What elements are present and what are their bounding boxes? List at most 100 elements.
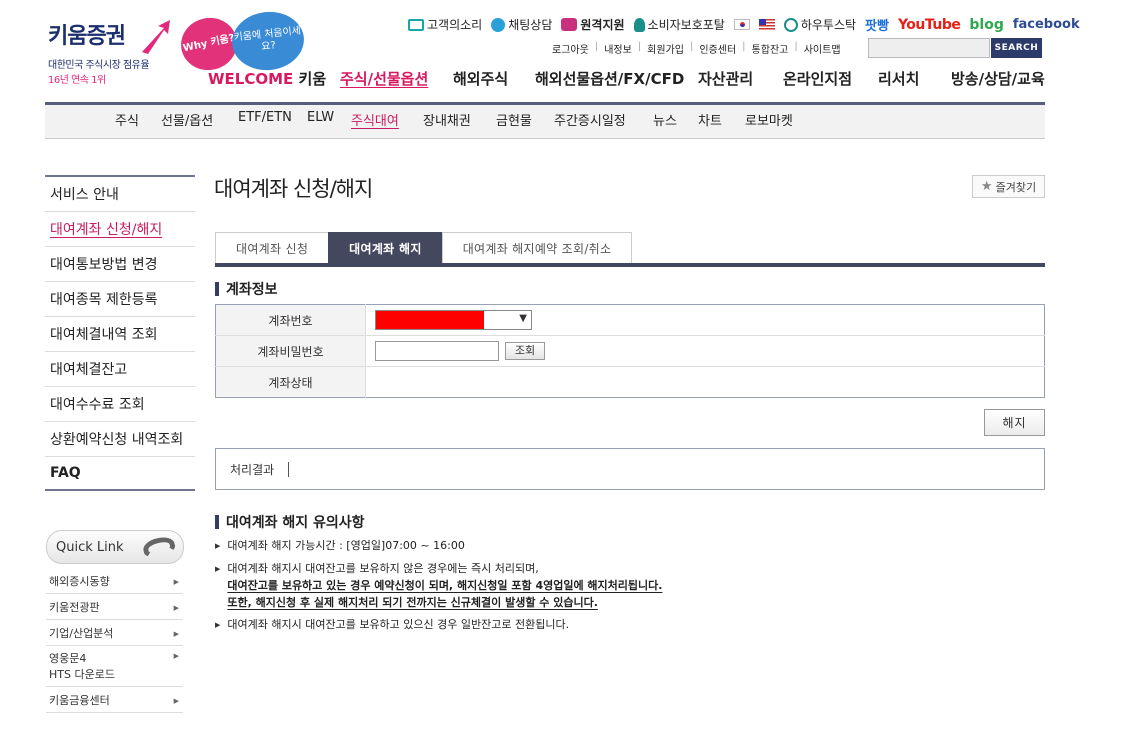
logout-link[interactable]: 로그아웃 [552, 41, 589, 56]
person-icon [633, 17, 645, 32]
arrow-right-icon: ▶ [173, 629, 179, 638]
sidebar-item-repay-reservation[interactable]: 상환예약신청 내역조회 [45, 422, 195, 457]
subnav-gold[interactable]: 금현물 [496, 110, 554, 130]
divider [288, 461, 290, 477]
sitemap-link[interactable]: 사이트맵 [804, 41, 841, 56]
nav-stock-futures[interactable]: 주식/선물옵션 [340, 68, 453, 92]
tab-account-apply[interactable]: 대여계좌 신청 [215, 232, 330, 263]
chevron-down-icon: ▼ [519, 313, 527, 324]
us-flag-icon[interactable] [758, 19, 775, 30]
password-input[interactable] [375, 341, 499, 361]
subnav-chart[interactable]: 차트 [698, 110, 745, 130]
quick-link-button[interactable]: Quick Link [46, 530, 184, 564]
table-row: 계좌번호 ▼ [215, 304, 1045, 336]
nav-welcome[interactable]: WELCOME 키움 [208, 68, 340, 92]
label-account-status: 계좌상태 [215, 366, 366, 398]
logo-award: 16년 연속 1위 [48, 75, 106, 86]
facebook-link[interactable]: facebook [1013, 17, 1080, 32]
nav-online-branch[interactable]: 온라인지점 [783, 68, 878, 92]
subnav-news[interactable]: 뉴스 [653, 110, 698, 130]
label-account-no: 계좌번호 [215, 304, 366, 336]
tab-underline [215, 263, 1045, 267]
phone-icon [141, 534, 177, 560]
monitor-icon [561, 18, 578, 31]
nav-overseas-stock[interactable]: 해외주식 [453, 68, 535, 92]
first-visit-bubble[interactable]: 키움에 처음이세요? [229, 8, 307, 74]
subnav-robo-market[interactable]: 로보마켓 [745, 110, 793, 130]
table-row: 계좌비밀번호 조회 [215, 335, 1045, 367]
list-item: ▶ 대여계좌 해지시 대여잔고를 보유하지 않은 경우에는 즉시 처리되며, 대… [215, 562, 663, 609]
chat-icon [491, 17, 506, 32]
quick-item-finance-center[interactable]: 키움금융센터 ▶ [46, 687, 183, 713]
chat-consult-link[interactable]: 채팅상담 [491, 16, 552, 33]
subnav-futures[interactable]: 선물/옵션 [161, 110, 238, 130]
nav-broadcast[interactable]: 방송/상담/교육 [951, 68, 1045, 92]
subnav-etf[interactable]: ETF/ETN [238, 110, 307, 130]
total-balance-link[interactable]: 통합잔고 [752, 41, 789, 56]
remote-support-link[interactable]: 원격지원 [561, 16, 625, 33]
nav-overseas-futures[interactable]: 해외선물옵션/FX/CFD [535, 68, 698, 92]
sidebar-item-account-apply[interactable]: 대여계좌 신청/해지 [45, 212, 195, 247]
cert-center-link[interactable]: 인증센터 [699, 41, 736, 56]
bullet-icon: ▶ [215, 565, 221, 573]
separator: | [794, 41, 798, 52]
section-notes: 대여계좌 해지 유의사항 [215, 512, 365, 532]
korean-flag-icon[interactable] [733, 19, 750, 30]
blog-link[interactable]: blog [969, 17, 1003, 33]
tab-bar: 대여계좌 신청 대여계좌 해지 대여계좌 해지예약 조회/취소 [215, 232, 633, 263]
separator: | [742, 41, 746, 52]
paddang-link[interactable]: 팟빵 [865, 15, 889, 34]
speaker-icon [408, 18, 424, 31]
quick-item-company-analysis[interactable]: 기업/산업분석 ▶ [46, 620, 183, 646]
signup-link[interactable]: 회원가입 [647, 41, 684, 56]
subnav-bonds[interactable]: 장내채권 [423, 110, 496, 130]
search-input[interactable] [868, 38, 990, 58]
youtube-link[interactable]: YouTube [898, 17, 961, 33]
sidebar-item-fee[interactable]: 대여수수료 조회 [45, 387, 195, 422]
logo-subtitle: 대한민국 주식시장 점유율 [48, 60, 150, 71]
account-select[interactable]: ▼ [375, 310, 532, 330]
sidebar-item-execution-balance[interactable]: 대여체결잔고 [45, 352, 195, 387]
subnav-elw[interactable]: ELW [307, 110, 351, 130]
result-box: 처리결과 [215, 448, 1045, 490]
sidebar-item-restriction[interactable]: 대여종목 제한등록 [45, 282, 195, 317]
top-links: 고객의소리 채팅상담 원격지원 소비자보호포탈 하우투스탁 팟빵 YouTube… [408, 15, 1080, 34]
arrow-right-icon: ▶ [173, 652, 179, 660]
subnav-stock-lending[interactable]: 주식대여 [351, 110, 423, 130]
quick-link-list: 해외증시동향 ▶ 키움전광판 ▶ 기업/산업분석 ▶ 영웅문4 HTS 다운로드 ▶ 키움… [46, 568, 183, 713]
quick-item-kiwoom-board[interactable]: 키움전광판 ▶ [46, 594, 183, 620]
subnav-stock[interactable]: 주식 [115, 110, 161, 130]
consumer-protection-link[interactable]: 소비자보호포탈 [633, 16, 725, 33]
notes-list: ▶ 대여계좌 해지 가능시간 : [영업일]07:00 ~ 16:00 ▶ 대여… [215, 537, 662, 639]
tab-account-cancel[interactable]: 대여계좌 해지 [328, 232, 443, 263]
my-info-link[interactable]: 내정보 [604, 41, 632, 56]
separator: | [637, 41, 642, 52]
query-button[interactable]: 조회 [504, 342, 546, 360]
bullet-icon: ▶ [215, 542, 221, 550]
sidebar-item-notify-method[interactable]: 대여통보방법 변경 [45, 247, 195, 282]
quick-item-hts-download[interactable]: 영웅문4 HTS 다운로드 ▶ [46, 646, 183, 687]
account-info-table: 계좌번호 ▼ 계좌비밀번호 조회 계좌상태 [215, 304, 1045, 398]
search-button[interactable]: SEARCH [991, 38, 1042, 58]
info-icon [783, 17, 798, 32]
note-emphasis-1: 대여잔고를 보유하고 있는 경우 예약신청이 되며, 해지신청일 포함 4영업일… [227, 579, 663, 592]
sidebar-item-service-guide[interactable]: 서비스 안내 [45, 177, 195, 212]
redacted-account [376, 311, 484, 329]
sub-nav: 주식 선물/옵션 ETF/ETN ELW 주식대여 장내채권 금현물 주간증시일… [115, 110, 793, 130]
sidebar-item-execution-history[interactable]: 대여체결내역 조회 [45, 317, 195, 352]
section-marker [215, 515, 219, 529]
arrow-right-icon: ▶ [173, 577, 179, 586]
sidebar-item-faq[interactable]: FAQ [45, 457, 195, 491]
tab-cancel-reservation[interactable]: 대여계좌 해지예약 조회/취소 [441, 232, 633, 263]
favorite-button[interactable]: ★ 즐겨찾기 [972, 175, 1045, 198]
nav-asset-mgmt[interactable]: 자산관리 [698, 68, 783, 92]
nav-research[interactable]: 리서치 [878, 68, 951, 92]
customer-voice-link[interactable]: 고객의소리 [408, 16, 482, 33]
kiwoom-logo[interactable]: 키움증권 대한민국 주식시장 점유율 16년 연속 1위 [48, 20, 170, 86]
label-account-password: 계좌비밀번호 [215, 335, 366, 367]
sidebar-menu: 서비스 안내 대여계좌 신청/해지 대여통보방법 변경 대여종목 제한등록 대여… [45, 175, 195, 491]
cancel-account-button[interactable]: 해지 [984, 409, 1045, 436]
howtostock-link[interactable]: 하우투스탁 [783, 16, 856, 33]
quick-item-overseas-market[interactable]: 해외증시동향 ▶ [46, 568, 183, 594]
subnav-weekly-schedule[interactable]: 주간증시일정 [554, 110, 653, 130]
